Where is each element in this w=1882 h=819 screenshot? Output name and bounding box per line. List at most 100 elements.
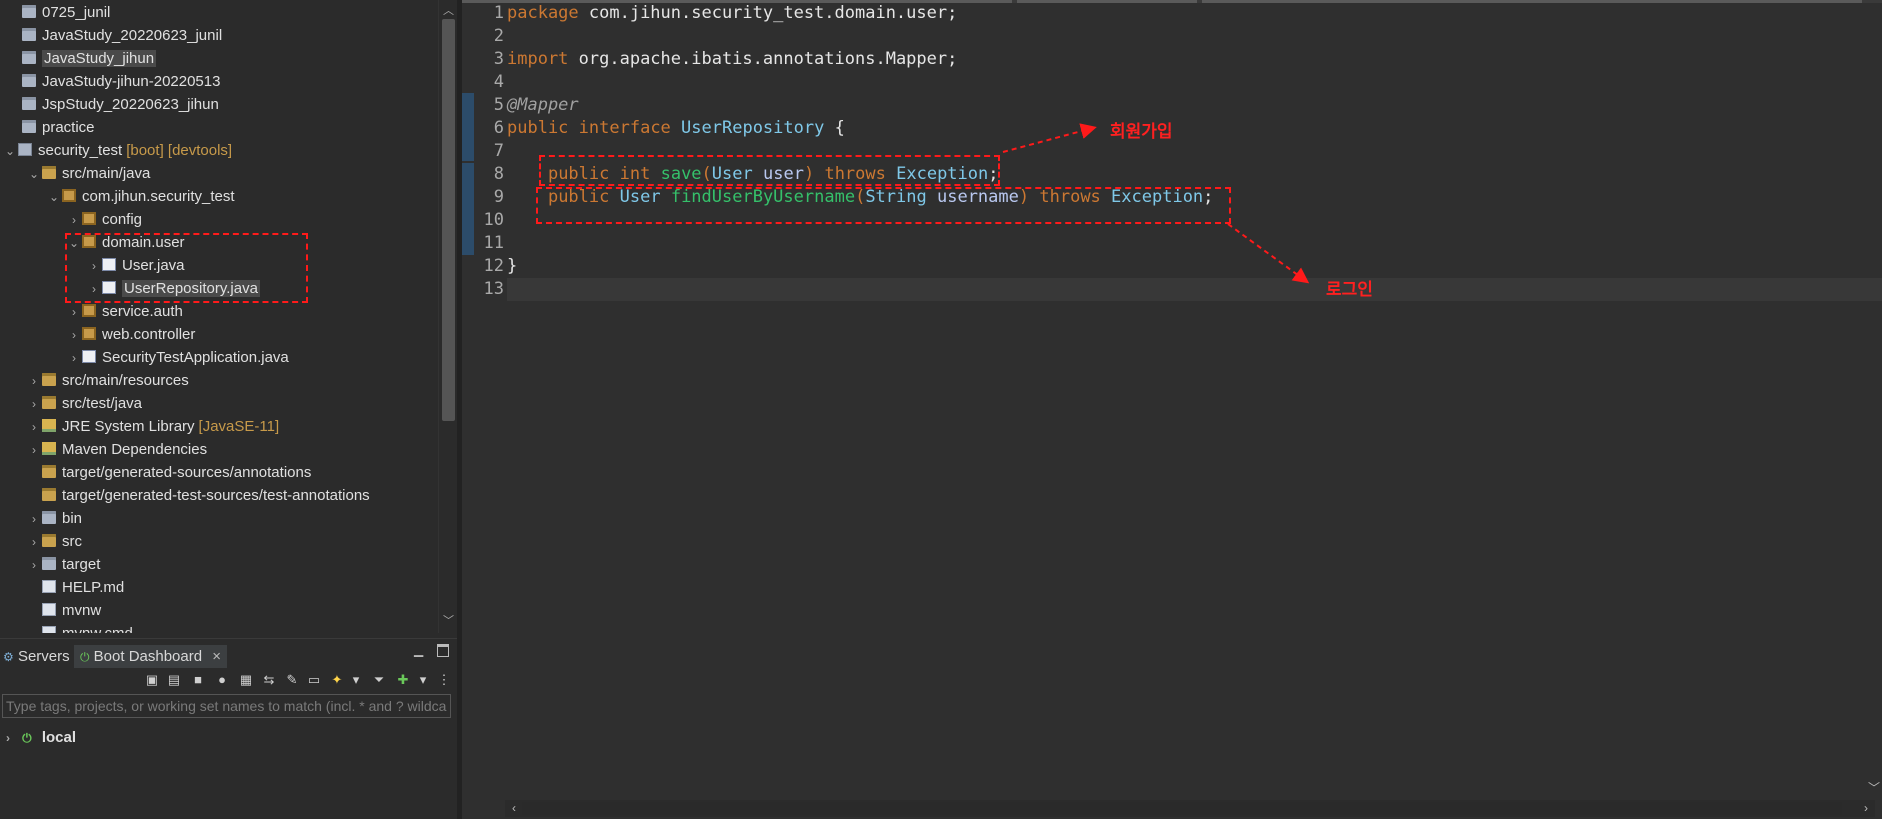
tree-item[interactable]: ⌄ com.jihun.security_test bbox=[46, 185, 235, 208]
tree-item-label: src/test/java bbox=[62, 395, 143, 412]
tree-item-label: src/main/java bbox=[62, 165, 151, 182]
file-icon bbox=[42, 580, 56, 593]
package-icon bbox=[62, 189, 76, 202]
scroll-down-icon[interactable]: ﹀ bbox=[1868, 779, 1880, 796]
chevron-right-icon[interactable]: › bbox=[6, 731, 10, 745]
tree-item[interactable]: › config bbox=[66, 208, 142, 231]
line-number: 2 bbox=[493, 26, 504, 46]
line-number: 5 bbox=[493, 95, 504, 115]
tree-item[interactable]: › src bbox=[26, 530, 82, 553]
scroll-left-icon[interactable]: ‹ bbox=[507, 801, 521, 816]
project-explorer: 0725_junil JavaStudy_20220623_junil JavaSt… bbox=[0, 0, 438, 633]
link-icon[interactable]: ⇆ bbox=[261, 672, 277, 688]
source-folder-icon bbox=[42, 373, 56, 386]
tree-item-label: JavaStudy-jihun-20220513 bbox=[42, 73, 221, 90]
tree-item[interactable]: mvnw.cmd bbox=[26, 622, 133, 633]
chevron-right-icon[interactable]: › bbox=[26, 370, 42, 393]
editor-horizontal-scrollbar[interactable]: ‹ › bbox=[505, 800, 1875, 817]
tree-item-label: target bbox=[62, 556, 101, 573]
chevron-down-icon[interactable]: ⌄ bbox=[26, 163, 42, 186]
tree-item[interactable]: target/generated-test-sources/test-annot… bbox=[26, 484, 370, 507]
open-browser-icon[interactable]: ● bbox=[214, 672, 230, 688]
tree-item[interactable]: HELP.md bbox=[26, 576, 124, 599]
search-field[interactable] bbox=[2, 694, 451, 718]
tree-item[interactable]: › Maven Dependencies bbox=[26, 438, 207, 461]
scroll-up-icon[interactable]: ︿ bbox=[442, 4, 455, 18]
scrollbar-thumb[interactable] bbox=[442, 19, 455, 421]
local-target-row[interactable]: › ⏻ local bbox=[6, 726, 76, 750]
bulb-icon[interactable]: ✦ bbox=[329, 672, 345, 688]
chevron-right-icon[interactable]: › bbox=[66, 301, 82, 324]
chevron-right-icon[interactable]: › bbox=[26, 393, 42, 416]
package-icon bbox=[82, 304, 96, 317]
chevron-right-icon[interactable]: › bbox=[26, 416, 42, 439]
chevron-down-icon[interactable]: ⌄ bbox=[46, 186, 62, 209]
editor-vertical-scrollbar[interactable]: ﹀ bbox=[1865, 0, 1882, 800]
tree-item[interactable]: › src/test/java bbox=[26, 392, 142, 415]
tree-item[interactable]: › bin bbox=[26, 507, 82, 530]
maximize-icon[interactable] bbox=[437, 644, 449, 657]
tree-item[interactable]: › web.controller bbox=[66, 323, 195, 346]
bulb-dropdown-icon[interactable]: ▾ bbox=[348, 672, 364, 688]
line-number: 1 bbox=[493, 3, 504, 23]
tree-item[interactable]: › SecurityTestApplication.java bbox=[66, 346, 289, 369]
minimize-icon[interactable]: ▁ bbox=[414, 643, 423, 657]
tree-item[interactable]: › src/main/resources bbox=[26, 369, 189, 392]
tree-item-label: mvnw bbox=[62, 602, 102, 619]
tree-item[interactable]: › JRE System Library [JavaSE-11] bbox=[26, 415, 279, 438]
tree-item[interactable]: target/generated-sources/annotations bbox=[26, 461, 311, 484]
scroll-down-icon[interactable]: ﹀ bbox=[442, 614, 455, 628]
line-number: 13 bbox=[483, 279, 504, 299]
chevron-down-icon[interactable]: ⌄ bbox=[2, 140, 18, 163]
tree-item[interactable]: JavaStudy_20220623_junil bbox=[6, 24, 222, 47]
chevron-right-icon[interactable]: › bbox=[66, 347, 82, 370]
add-icon[interactable]: ✚ bbox=[395, 672, 411, 688]
chevron-right-icon[interactable]: › bbox=[66, 209, 82, 232]
stop-icon[interactable]: ■ bbox=[190, 672, 206, 688]
view-menu-icon[interactable]: ⋮ bbox=[436, 672, 452, 688]
tab-servers[interactable]: ⚙ Servers bbox=[3, 645, 70, 669]
chevron-right-icon[interactable]: › bbox=[26, 554, 42, 577]
tree-item-label: JspStudy_20220623_jihun bbox=[42, 96, 219, 113]
code-line-3: import org.apache.ibatis.annotations.Map… bbox=[507, 49, 958, 69]
boot-icon: ⏻ bbox=[80, 650, 90, 664]
tree-item[interactable]: JavaStudy_jihun bbox=[6, 47, 157, 70]
start-icon[interactable]: ▣ bbox=[144, 672, 160, 688]
close-icon[interactable]: × bbox=[212, 648, 221, 665]
config-icon[interactable]: ▭ bbox=[306, 672, 322, 688]
tree-item[interactable]: › service.auth bbox=[66, 300, 183, 323]
search-input[interactable] bbox=[3, 695, 450, 717]
tree-item[interactable]: practice bbox=[6, 116, 95, 139]
boot-icon: ⏻ bbox=[22, 731, 32, 745]
tree-item[interactable]: 0725_junil bbox=[6, 1, 110, 24]
chevron-right-icon[interactable]: › bbox=[26, 531, 42, 554]
chevron-right-icon[interactable]: › bbox=[26, 508, 42, 531]
tree-item[interactable]: ⌄ security_test [boot] [devtools] bbox=[2, 139, 232, 162]
horizontal-scrollbar-thumb[interactable] bbox=[522, 802, 1842, 815]
tree-item[interactable]: › target bbox=[26, 553, 100, 576]
source-folder-icon bbox=[42, 488, 56, 501]
filter-icon[interactable]: ⏷ bbox=[371, 672, 387, 688]
debug-icon[interactable]: ▤ bbox=[166, 672, 182, 688]
tree-item[interactable]: JspStudy_20220623_jihun bbox=[6, 93, 219, 116]
edit-icon[interactable]: ✎ bbox=[284, 672, 300, 688]
tree-item-label: mvnw.cmd bbox=[62, 625, 133, 633]
annotation-login: 로그인 bbox=[1326, 280, 1373, 300]
scroll-right-icon[interactable]: › bbox=[1859, 801, 1873, 816]
servers-icon: ⚙ bbox=[3, 650, 14, 664]
add-dropdown-icon[interactable]: ▾ bbox=[415, 672, 431, 688]
chevron-right-icon[interactable]: › bbox=[26, 439, 42, 462]
console-icon[interactable]: ▦ bbox=[238, 672, 254, 688]
folder-icon bbox=[42, 511, 56, 524]
tree-item[interactable]: mvnw bbox=[26, 599, 101, 622]
tree-item-label: practice bbox=[42, 119, 95, 136]
explorer-scrollbar[interactable]: ︿ ﹀ bbox=[438, 0, 458, 633]
folder-icon bbox=[22, 97, 36, 110]
folder-icon bbox=[22, 74, 36, 87]
tree-item[interactable]: JavaStudy-jihun-20220513 bbox=[6, 70, 220, 93]
code-line-12: } bbox=[507, 256, 518, 276]
chevron-right-icon[interactable]: › bbox=[66, 324, 82, 347]
highlight-box-save-method bbox=[539, 155, 1000, 186]
tree-item[interactable]: ⌄ src/main/java bbox=[26, 162, 150, 185]
tree-item-label: 0725_junil bbox=[42, 4, 111, 21]
